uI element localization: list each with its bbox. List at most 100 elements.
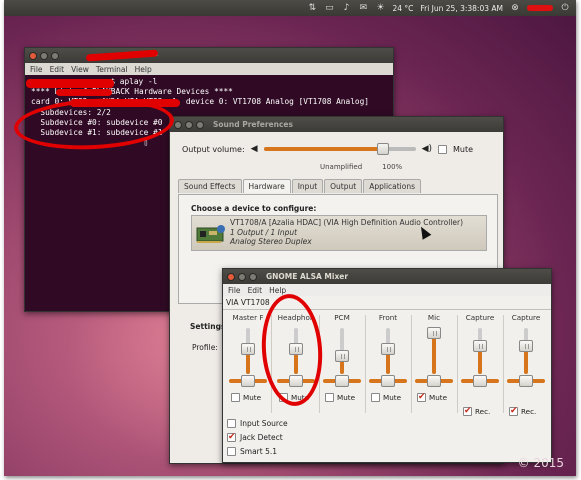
channel-balance-knob[interactable] — [335, 375, 349, 387]
close-button[interactable] — [227, 272, 235, 281]
menu-edit[interactable]: Edit — [50, 65, 65, 74]
channel-volume-slider[interactable] — [381, 328, 395, 374]
channel-name: Capture — [511, 313, 541, 322]
device-name: VT1708/A [Azalia HDAC] (VIA High Definit… — [230, 218, 464, 227]
channel-balance-slider[interactable] — [461, 375, 499, 387]
mixer-channel: Capture Rec. — [457, 313, 503, 416]
menu-help[interactable]: Help — [135, 65, 152, 74]
weather-icon[interactable]: ☀ — [375, 3, 385, 13]
screenshot-frame: ⇅ ▭ ♪ ✉ ☀ 24 °C Fri Jun 25, 3:38:03 AM ⊗… — [4, 0, 576, 476]
channel-volume-slider[interactable] — [519, 328, 533, 374]
output-volume-label: Output volume: — [182, 144, 245, 154]
channel-volume-knob[interactable] — [473, 340, 487, 352]
channel-volume-fill — [432, 333, 436, 374]
input-source-checkbox[interactable] — [227, 418, 236, 428]
mute-checkbox[interactable] — [438, 144, 448, 154]
mute-label: Mute — [243, 393, 261, 402]
maximize-button[interactable] — [51, 51, 59, 60]
sound-prefs-titlebar[interactable]: Sound Preferences — [170, 117, 503, 132]
device-row[interactable]: VT1708/A [Azalia HDAC] (VIA High Definit… — [192, 216, 486, 250]
menu-file[interactable]: File — [228, 286, 241, 295]
channel-balance-slider[interactable] — [507, 375, 545, 387]
channel-balance-knob[interactable] — [519, 375, 533, 387]
terminal-titlebar[interactable]: ~ — [25, 48, 393, 63]
switch-jack-detect[interactable]: Jack Detect — [227, 430, 288, 444]
tab-applications[interactable]: Applications — [363, 179, 422, 193]
menu-edit[interactable]: Edit — [248, 286, 263, 295]
mail-icon[interactable]: ✉ — [358, 3, 368, 13]
user-icon[interactable]: ⊗ — [510, 3, 520, 13]
clock[interactable]: Fri Jun 25, 3:38:03 AM — [420, 4, 503, 13]
power-icon[interactable]: ⏻ — [560, 3, 570, 13]
speaker-high-icon: ◀) — [421, 144, 433, 154]
minimize-button[interactable] — [40, 51, 48, 60]
mixer-title: GNOME ALSA Mixer — [266, 272, 349, 281]
network-icon[interactable]: ⇅ — [307, 3, 317, 13]
channel-volume-knob[interactable] — [335, 350, 349, 362]
channel-volume-slider[interactable] — [473, 328, 487, 374]
mute-checkbox[interactable] — [417, 392, 426, 402]
mixer-titlebar[interactable]: GNOME ALSA Mixer — [223, 269, 551, 284]
volume-icon[interactable]: ♪ — [341, 3, 351, 13]
channel-rec-toggle[interactable]: Rec. — [509, 406, 537, 416]
mixer-channel: PCM Mute — [319, 313, 365, 413]
channel-volume-knob[interactable] — [381, 343, 395, 355]
smart-51-checkbox[interactable] — [227, 446, 236, 456]
tab-sound-effects[interactable]: Sound Effects — [178, 179, 242, 193]
tab-input[interactable]: Input — [291, 179, 324, 193]
close-button[interactable] — [174, 120, 182, 129]
output-volume-slider[interactable] — [263, 143, 416, 155]
channel-balance-knob[interactable] — [473, 375, 487, 387]
unamplified-label: Unamplified — [320, 163, 363, 171]
switch-input-source[interactable]: Input Source — [227, 416, 288, 430]
output-volume-knob[interactable] — [376, 143, 389, 155]
mute-checkbox[interactable] — [231, 393, 240, 402]
jack-detect-label: Jack Detect — [240, 432, 283, 442]
output-volume-fill — [263, 147, 383, 151]
channel-volume-knob[interactable] — [519, 340, 533, 352]
channel-balance-knob[interactable] — [427, 375, 441, 387]
rec-checkbox[interactable] — [509, 406, 518, 416]
channel-volume-knob[interactable] — [241, 343, 255, 355]
channel-balance-slider[interactable] — [369, 375, 407, 387]
menu-file[interactable]: File — [30, 65, 43, 74]
channel-rec-toggle[interactable]: Rec. — [463, 406, 490, 416]
channel-balance-slider[interactable] — [323, 375, 361, 387]
channel-balance-slider[interactable] — [415, 375, 453, 387]
input-source-label: Input Source — [240, 418, 288, 428]
close-button[interactable] — [29, 51, 37, 60]
channel-mute-toggle[interactable]: Mute — [231, 393, 261, 402]
channel-volume-knob[interactable] — [427, 327, 441, 339]
mute-checkbox[interactable] — [325, 393, 334, 402]
maximize-button[interactable] — [196, 120, 204, 129]
channel-volume-slider[interactable] — [427, 327, 441, 374]
menu-terminal[interactable]: Terminal — [96, 65, 128, 74]
minimize-button[interactable] — [238, 272, 246, 281]
maximize-button[interactable] — [249, 272, 257, 281]
switch-smart-51[interactable]: Smart 5.1 — [227, 444, 288, 458]
tab-hardware[interactable]: Hardware — [242, 179, 291, 193]
rec-label: Rec. — [521, 407, 537, 416]
mixer-channel: Capture Rec. — [503, 313, 549, 416]
jack-detect-checkbox[interactable] — [227, 432, 236, 442]
channel-mute-toggle[interactable]: Mute — [417, 392, 447, 402]
temperature[interactable]: 24 °C — [392, 4, 413, 13]
menu-help[interactable]: Help — [269, 286, 286, 295]
smart-51-label: Smart 5.1 — [240, 446, 277, 456]
channel-volume-slider[interactable] — [335, 328, 349, 374]
channel-balance-knob[interactable] — [381, 375, 395, 387]
channel-mute-toggle[interactable]: Mute — [325, 393, 355, 402]
tab-output[interactable]: Output — [324, 179, 363, 193]
channel-mute-toggle[interactable]: Mute — [371, 393, 401, 402]
rec-checkbox[interactable] — [463, 406, 472, 416]
minimize-button[interactable] — [185, 120, 193, 129]
device-list[interactable]: VT1708/A [Azalia HDAC] (VIA High Definit… — [191, 215, 487, 251]
channel-volume-slider[interactable] — [241, 328, 255, 374]
mixer-menubar: File Edit Help — [223, 284, 551, 296]
mute-checkbox[interactable] — [371, 393, 380, 402]
battery-icon[interactable]: ▭ — [324, 3, 334, 13]
menu-view[interactable]: View — [71, 65, 89, 74]
channel-balance-knob[interactable] — [241, 375, 255, 387]
channel-balance-slider[interactable] — [229, 375, 267, 387]
mixer-device-tab[interactable]: VIA VT1708 — [226, 298, 270, 307]
